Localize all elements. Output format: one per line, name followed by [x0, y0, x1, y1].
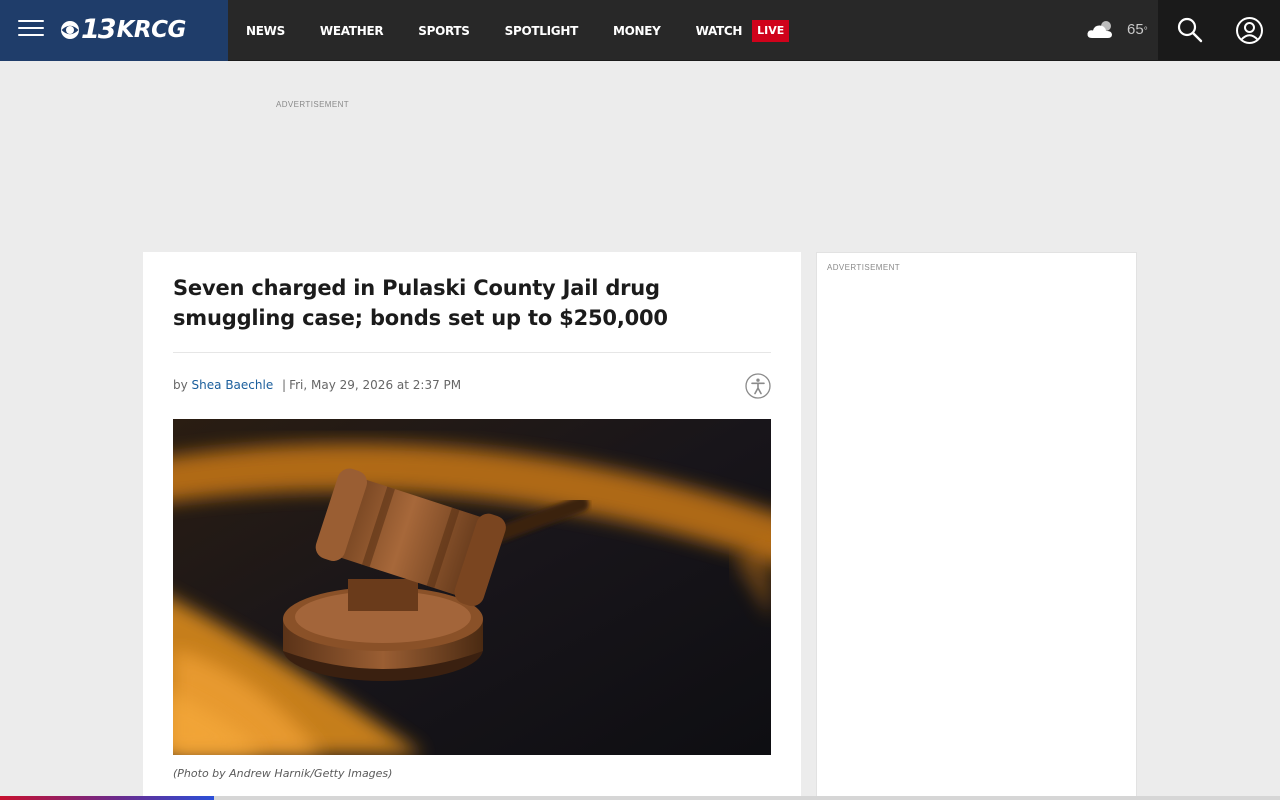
partly-cloudy-icon [1087, 21, 1112, 38]
accessibility-icon[interactable] [745, 373, 771, 399]
author-link[interactable]: Shea Baechle [192, 378, 274, 392]
headline-divider [173, 352, 771, 353]
nav-item-weather[interactable]: WEATHER [320, 24, 384, 38]
photo-caption: (Photo by Andrew Harnik/Getty Images) [173, 767, 393, 780]
degree-symbol: ° [1143, 26, 1148, 37]
menu-icon[interactable] [18, 20, 44, 40]
temperature: 65° [1127, 18, 1148, 42]
nav-item-watch-live[interactable]: WATCH LIVE [695, 19, 790, 42]
byline-separator: | [282, 378, 287, 392]
logo-text: KRCG [116, 17, 187, 43]
nav-item-news[interactable]: NEWS [246, 24, 285, 38]
article-photo [173, 419, 771, 755]
main-nav: NEWS WEATHER SPORTS SPOTLIGHT MONEY WATC… [246, 0, 790, 61]
nav-item-spotlight[interactable]: SPOTLIGHT [505, 24, 579, 38]
nav-item-money[interactable]: MONEY [613, 24, 661, 38]
advertisement-label: ADVERTISEMENT [276, 100, 350, 109]
live-badge: LIVE [752, 19, 790, 42]
logo-number: 13 [81, 14, 117, 45]
nav-item-sports[interactable]: SPORTS [418, 24, 470, 38]
byline: by Shea Baechle | Fri, May 29, 2026 at 2:… [173, 378, 461, 392]
byline-prefix: by [173, 378, 188, 392]
gavel-photo [173, 419, 771, 755]
temperature-value: 65 [1127, 21, 1144, 38]
reading-progress-bar [0, 796, 1280, 800]
watch-label: WATCH [695, 23, 743, 38]
article-card: Seven charged in Pulaski County Jail dru… [143, 252, 801, 800]
site-logo[interactable]: 13 KRCG [60, 14, 186, 46]
reading-progress-fill [0, 796, 214, 800]
cbs-eye-icon [61, 21, 79, 39]
search-icon[interactable] [1175, 15, 1205, 45]
site-header: 13 KRCG NEWS WEATHER SPORTS SPOTLIGHT MO… [0, 0, 1280, 61]
sidebar-ad-slot: ADVERTISEMENT [816, 252, 1137, 800]
sidebar-advertisement-label: ADVERTISEMENT [827, 263, 901, 272]
article-headline: Seven charged in Pulaski County Jail dru… [173, 276, 668, 330]
publish-date: Fri, May 29, 2026 at 2:37 PM [289, 378, 462, 392]
weather-widget[interactable]: 65° [1086, 18, 1148, 42]
user-icon[interactable] [1235, 16, 1264, 45]
